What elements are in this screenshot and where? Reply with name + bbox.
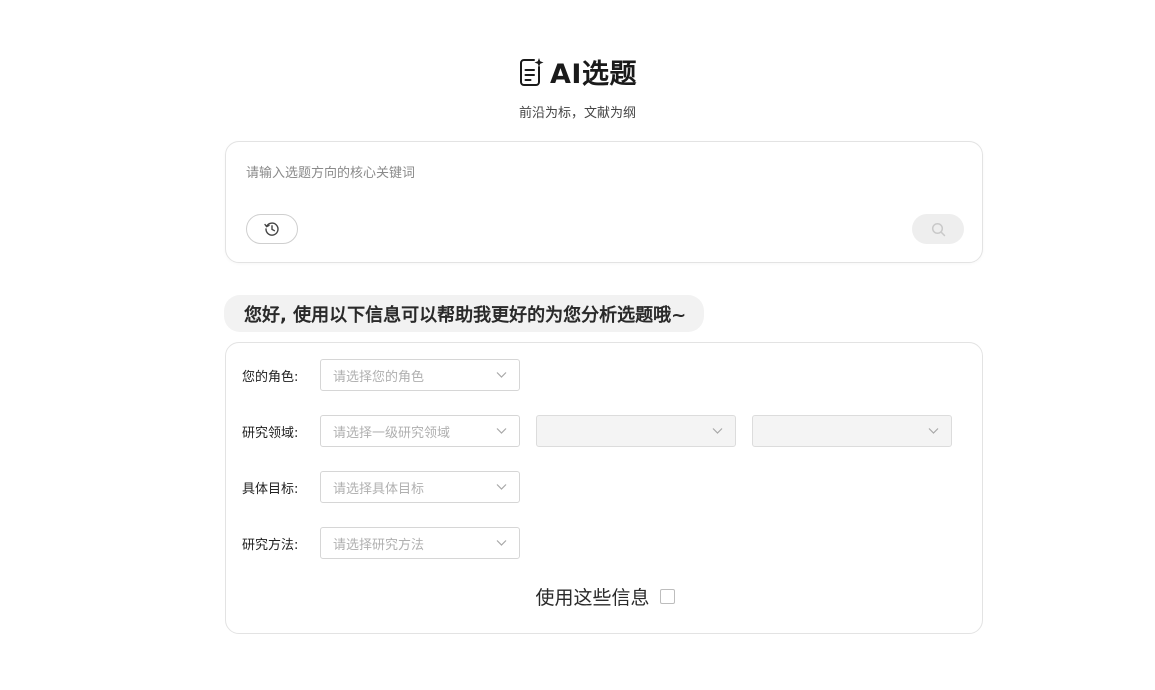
field-level3-select[interactable] xyxy=(752,415,952,447)
history-clock-icon xyxy=(264,222,279,236)
method-select[interactable]: 请选择研究方法 xyxy=(320,527,520,559)
page-subtitle: 前沿为标，文献为纲 xyxy=(518,106,636,121)
history-button[interactable] xyxy=(246,214,298,244)
search-button[interactable] xyxy=(912,214,964,244)
use-info-row: 使用这些信息 xyxy=(226,583,984,610)
use-info-label: 使用这些信息 xyxy=(535,587,650,609)
document-sparkle-icon xyxy=(520,57,544,86)
greeting-bubble: 您好, 使用以下信息可以帮助我更好的为您分析选题哦~ xyxy=(224,295,705,332)
field-label: 研究领域: xyxy=(242,425,299,441)
chevron-down-icon xyxy=(496,372,507,378)
goal-label: 具体目标: xyxy=(242,481,299,497)
goal-select-placeholder: 请选择具体目标 xyxy=(333,481,425,497)
field-level1-placeholder: 请选择一级研究领域 xyxy=(333,425,451,441)
method-select-placeholder: 请选择研究方法 xyxy=(333,537,425,553)
role-label: 您的角色: xyxy=(242,369,299,385)
page-title: AI选题 xyxy=(550,59,637,90)
role-select[interactable]: 请选择您的角色 xyxy=(320,359,520,391)
field-level2-select[interactable] xyxy=(536,415,736,447)
info-form-card: 您的角色: 请选择您的角色 研究领域: 请选择一级研究领域 具体目标: 请选择具… xyxy=(225,342,983,634)
use-info-checkbox[interactable] xyxy=(659,589,675,604)
role-row: 您的角色: 请选择您的角色 xyxy=(226,359,520,391)
chevron-down-icon xyxy=(496,540,507,546)
field-level1-select[interactable]: 请选择一级研究领域 xyxy=(320,415,520,447)
chevron-down-icon xyxy=(712,428,723,434)
search-input[interactable] xyxy=(246,160,946,186)
search-card xyxy=(225,141,983,263)
page: AI选题 前沿为标，文献为纲 您好, 使用以下信息可以帮助我更好的为您分析选题哦… xyxy=(0,0,1155,690)
method-label: 研究方法: xyxy=(242,537,299,553)
role-select-placeholder: 请选择您的角色 xyxy=(333,369,425,385)
goal-row: 具体目标: 请选择具体目标 xyxy=(226,471,520,503)
header: AI选题 xyxy=(0,52,1155,91)
field-row: 研究领域: 请选择一级研究领域 xyxy=(226,415,952,447)
goal-select[interactable]: 请选择具体目标 xyxy=(320,471,520,503)
search-icon xyxy=(931,222,945,236)
chevron-down-icon xyxy=(496,428,507,434)
chevron-down-icon xyxy=(496,484,507,490)
method-row: 研究方法: 请选择研究方法 xyxy=(226,527,520,559)
chevron-down-icon xyxy=(928,428,939,434)
